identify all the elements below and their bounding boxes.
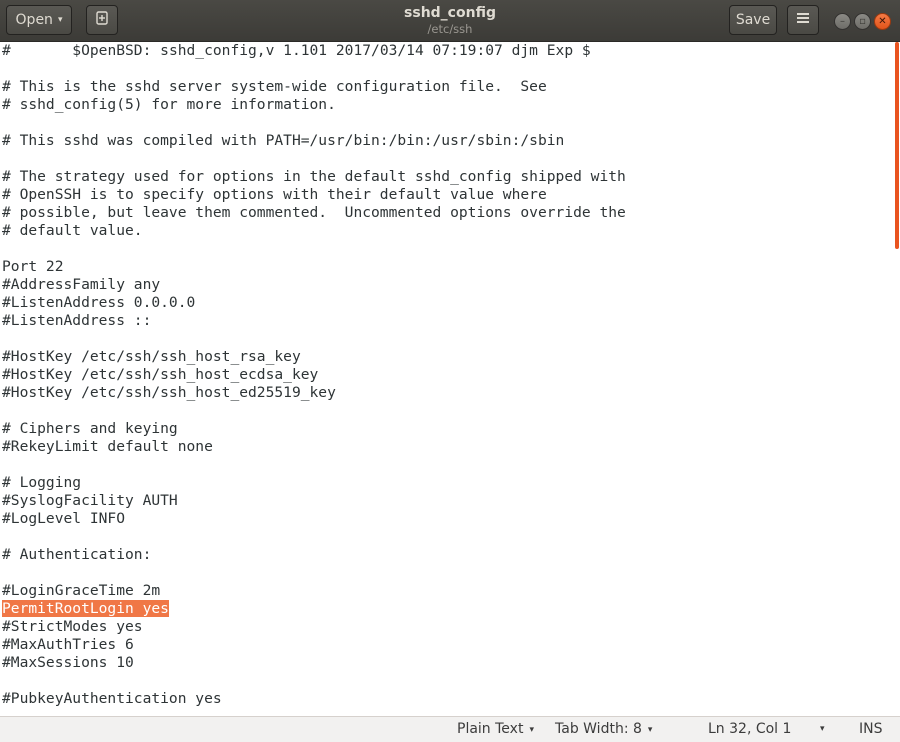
hamburger-menu-icon	[796, 12, 810, 28]
line-text: #LoginGraceTime 2m	[2, 582, 161, 599]
editor-line[interactable]: # The strategy used for options in the d…	[2, 168, 626, 186]
editor-line[interactable]: #LogLevel INFO	[2, 510, 626, 528]
line-text: #MaxAuthTries 6	[2, 636, 134, 653]
line-text: #PubkeyAuthentication yes	[2, 690, 222, 707]
insert-mode-indicator: INS	[859, 721, 883, 737]
editor-lines[interactable]: # $OpenBSD: sshd_config,v 1.101 2017/03/…	[2, 42, 626, 708]
window-subtitle: /etc/ssh	[427, 22, 473, 36]
line-text: # $OpenBSD: sshd_config,v 1.101 2017/03/…	[2, 42, 591, 59]
editor-line[interactable]: Port 22	[2, 258, 626, 276]
editor-line[interactable]: # Ciphers and keying	[2, 420, 626, 438]
scrollbar-thumb[interactable]	[895, 42, 899, 249]
tab-width-selector[interactable]: Tab Width: 8 ▾	[555, 717, 652, 742]
editor-line[interactable]	[2, 564, 626, 582]
editor-line[interactable]	[2, 330, 626, 348]
editor-line[interactable]	[2, 402, 626, 420]
editor-window: Open ▾ sshd_config /etc/ssh Save – ▫ ✕ #…	[0, 0, 900, 742]
line-text: # This sshd was compiled with PATH=/usr/…	[2, 132, 565, 149]
new-document-icon	[94, 10, 110, 30]
line-text: #RekeyLimit default none	[2, 438, 213, 455]
line-text: #SyslogFacility AUTH	[2, 492, 178, 509]
minimize-button[interactable]: –	[834, 13, 851, 30]
header-bar: Open ▾ sshd_config /etc/ssh Save – ▫ ✕	[0, 0, 900, 42]
status-bar: Plain Text ▾ Tab Width: 8 ▾ Ln 32, Col 1 ▾…	[0, 716, 900, 742]
editor-line[interactable]: # This is the sshd server system-wide co…	[2, 78, 626, 96]
editor-line[interactable]: #StrictModes yes	[2, 618, 626, 636]
editor-line[interactable]: #MaxAuthTries 6	[2, 636, 626, 654]
hamburger-menu-button[interactable]	[787, 5, 819, 35]
language-label: Plain Text	[457, 721, 524, 737]
editor-line[interactable]	[2, 114, 626, 132]
tab-width-label: Tab Width: 8	[555, 721, 642, 737]
line-text: # Authentication:	[2, 546, 152, 563]
close-icon: ✕	[878, 15, 887, 27]
line-text: #ListenAddress 0.0.0.0	[2, 294, 196, 311]
chevron-down-icon: ▾	[529, 725, 534, 735]
editor-line[interactable]: # This sshd was compiled with PATH=/usr/…	[2, 132, 626, 150]
editor-line[interactable]	[2, 456, 626, 474]
editor-line[interactable]: #MaxSessions 10	[2, 654, 626, 672]
line-text: # The strategy used for options in the d…	[2, 168, 626, 185]
text-editor-area[interactable]: # $OpenBSD: sshd_config,v 1.101 2017/03/…	[0, 42, 900, 716]
line-text: # default value.	[2, 222, 143, 239]
editor-line[interactable]: # $OpenBSD: sshd_config,v 1.101 2017/03/…	[2, 42, 626, 60]
editor-line[interactable]: #PubkeyAuthentication yes	[2, 690, 626, 708]
editor-line[interactable]: #HostKey /etc/ssh/ssh_host_ed25519_key	[2, 384, 626, 402]
line-text: #StrictModes yes	[2, 618, 143, 635]
maximize-button[interactable]: ▫	[854, 13, 871, 30]
window-title: sshd_config	[404, 5, 496, 21]
line-text: # possible, but leave them commented. Un…	[2, 204, 626, 221]
line-text: # OpenSSH is to specify options with the…	[2, 186, 547, 203]
editor-line[interactable]: # possible, but leave them commented. Un…	[2, 204, 626, 222]
line-text: Port 22	[2, 258, 64, 275]
line-text: #AddressFamily any	[2, 276, 161, 293]
editor-line[interactable]: #ListenAddress 0.0.0.0	[2, 294, 626, 312]
line-text: #MaxSessions 10	[2, 654, 134, 671]
open-button[interactable]: Open ▾	[6, 5, 72, 35]
editor-line[interactable]: # default value.	[2, 222, 626, 240]
title-area: sshd_config /etc/ssh	[250, 4, 650, 36]
editor-line[interactable]: PermitRootLogin yes	[2, 600, 626, 618]
line-text: # This is the sshd server system-wide co…	[2, 78, 547, 95]
language-selector[interactable]: Plain Text ▾	[457, 717, 534, 742]
line-text: #HostKey /etc/ssh/ssh_host_ecdsa_key	[2, 366, 319, 383]
line-text: #LogLevel INFO	[2, 510, 126, 527]
editor-line[interactable]: #HostKey /etc/ssh/ssh_host_rsa_key	[2, 348, 626, 366]
editor-line[interactable]: # OpenSSH is to specify options with the…	[2, 186, 626, 204]
new-document-button[interactable]	[86, 5, 118, 35]
editor-line[interactable]	[2, 672, 626, 690]
editor-line[interactable]: #HostKey /etc/ssh/ssh_host_ecdsa_key	[2, 366, 626, 384]
line-text: #HostKey /etc/ssh/ssh_host_ed25519_key	[2, 384, 336, 401]
editor-line[interactable]: # Authentication:	[2, 546, 626, 564]
editor-line[interactable]: #SyslogFacility AUTH	[2, 492, 626, 510]
editor-line[interactable]: #ListenAddress ::	[2, 312, 626, 330]
selected-text: PermitRootLogin yes	[2, 600, 169, 617]
editor-line[interactable]: #LoginGraceTime 2m	[2, 582, 626, 600]
minimize-icon: –	[840, 15, 845, 27]
editor-line[interactable]: #AddressFamily any	[2, 276, 626, 294]
chevron-down-icon: ▾	[820, 724, 825, 734]
editor-line[interactable]	[2, 150, 626, 168]
editor-line[interactable]	[2, 528, 626, 546]
line-text: #HostKey /etc/ssh/ssh_host_rsa_key	[2, 348, 301, 365]
editor-line[interactable]: # Logging	[2, 474, 626, 492]
editor-line[interactable]	[2, 240, 626, 258]
close-button[interactable]: ✕	[874, 13, 891, 30]
line-text: # sshd_config(5) for more information.	[2, 96, 336, 113]
chevron-down-icon: ▾	[57, 15, 63, 25]
chevron-down-icon: ▾	[647, 725, 653, 735]
position-menu-button[interactable]: ▾	[820, 717, 825, 742]
editor-line[interactable]: #RekeyLimit default none	[2, 438, 626, 456]
line-text: # Ciphers and keying	[2, 420, 178, 437]
maximize-icon: ▫	[859, 15, 866, 27]
cursor-position[interactable]: Ln 32, Col 1	[708, 717, 791, 742]
save-button[interactable]: Save	[729, 5, 777, 35]
editor-line[interactable]: # sshd_config(5) for more information.	[2, 96, 626, 114]
line-text: # Logging	[2, 474, 82, 491]
vertical-scrollbar[interactable]	[894, 42, 900, 716]
open-button-label: Open	[15, 12, 53, 28]
line-text: #ListenAddress ::	[2, 312, 152, 329]
editor-line[interactable]	[2, 60, 626, 78]
